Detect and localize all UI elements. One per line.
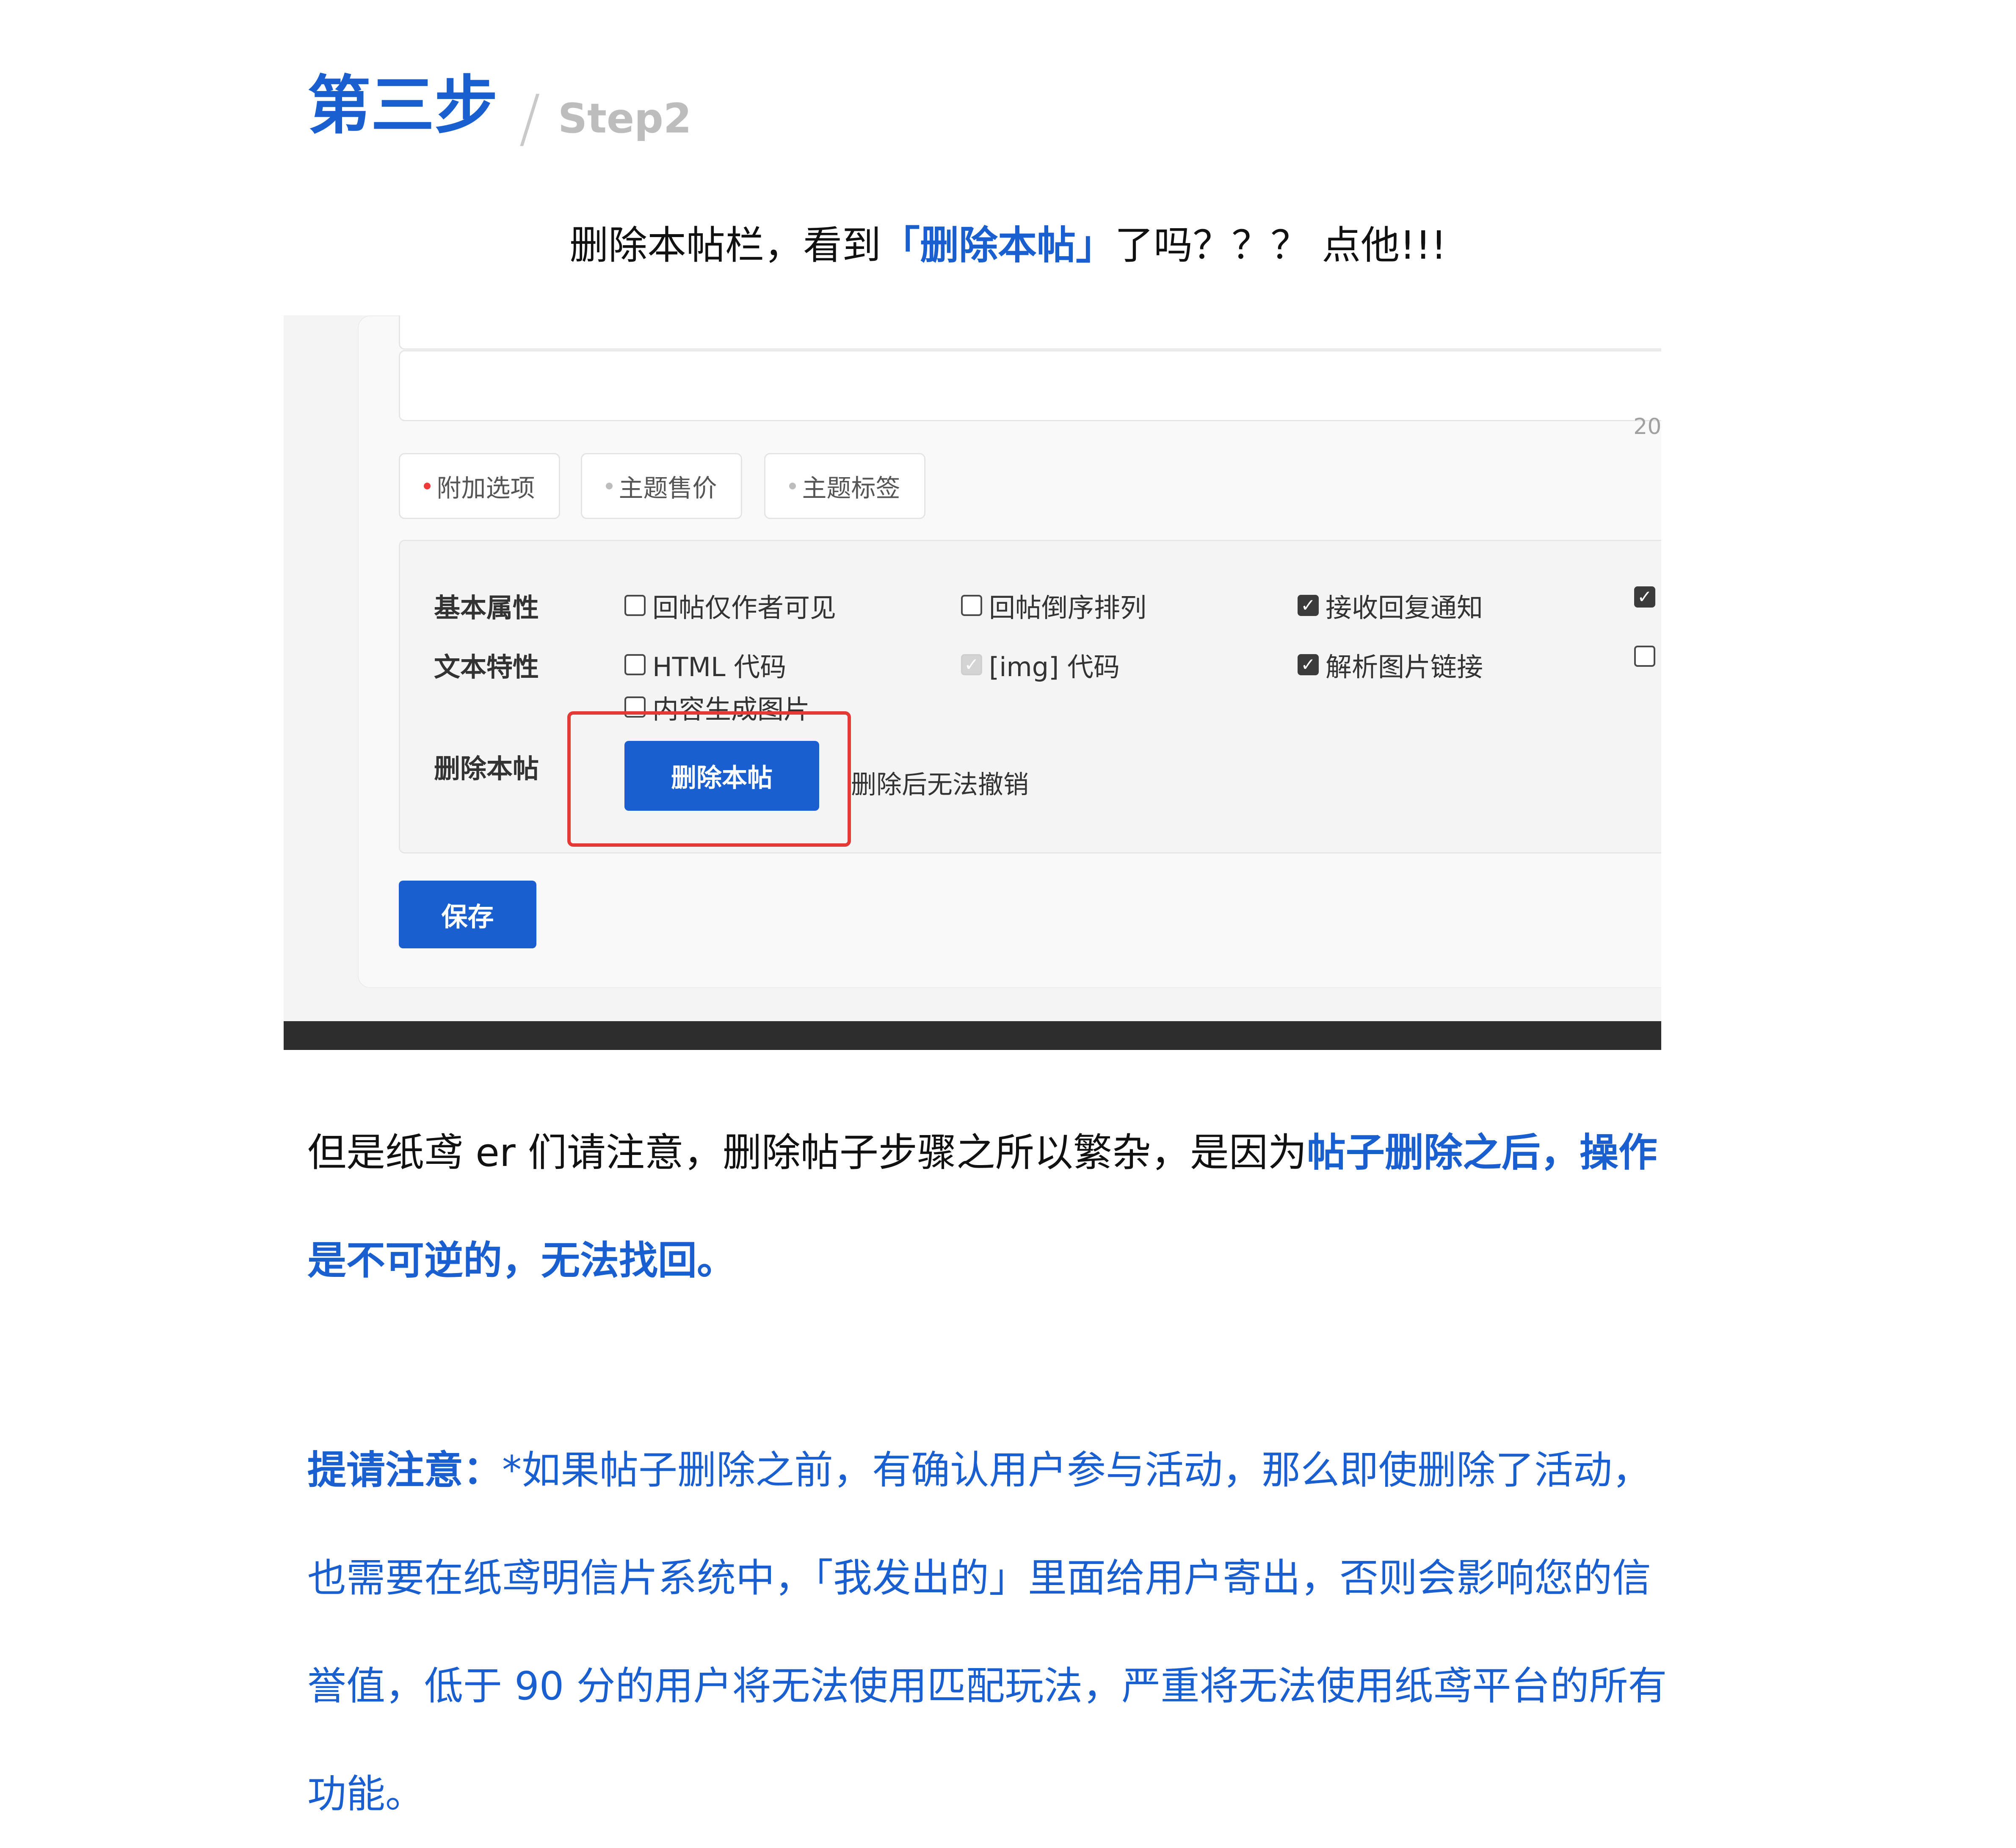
tab-label: 主题标签 <box>802 474 900 503</box>
row-label-basic: 基本属性 <box>434 592 539 623</box>
row-label-delete: 删除本帖 <box>434 753 539 784</box>
checkbox-more-checked[interactable]: ✓ <box>1634 586 1655 608</box>
intro-highlight: 「删除本帖」 <box>881 223 1115 268</box>
inactive-dot-icon <box>606 483 613 489</box>
row-label-text: 文本特性 <box>434 652 539 682</box>
tab-extra-options[interactable]: 附加选项 <box>399 453 560 519</box>
tab-label: 附加选项 <box>436 474 535 503</box>
intro-line: 删除本帖栏，看到「删除本帖」了吗？？？ 点他!!! <box>0 222 2016 269</box>
checkbox-checked-icon: ✓ <box>1298 654 1319 675</box>
tab-label: 主题售价 <box>619 474 717 503</box>
checkbox-label: HTML 代码 <box>652 652 787 682</box>
checkbox-img-code: ✓ [img] 代码 <box>961 646 1120 684</box>
inactive-dot-icon <box>789 483 796 489</box>
active-dot-icon <box>424 483 431 489</box>
checkbox-label: 解析图片链接 <box>1326 652 1483 682</box>
checkbox-label: 回帖倒序排列 <box>989 592 1147 623</box>
bottom-bar <box>284 1021 1661 1050</box>
intro-text: 删除本帖栏，看到 <box>569 223 881 268</box>
checkbox-label: [img] 代码 <box>989 652 1120 682</box>
checkbox-icon <box>1634 646 1655 667</box>
tab-topic-price[interactable]: 主题售价 <box>581 453 742 519</box>
editor-footer: 20 秒后 <box>399 350 1661 439</box>
checkbox-reverse-order[interactable]: 回帖倒序排列 <box>961 586 1146 624</box>
checkbox-html-code[interactable]: HTML 代码 <box>624 646 786 684</box>
checkbox-label: 接收回复通知 <box>1326 592 1483 623</box>
autosave-timer: 20 秒后 <box>1633 414 1661 439</box>
checkbox-author-only[interactable]: 回帖仅作者可见 <box>624 586 836 624</box>
warning-highlight-cont: 是不可逆的，无法找回。 <box>307 1238 736 1283</box>
checkbox-parse-image-links[interactable]: ✓ 解析图片链接 <box>1298 646 1483 684</box>
checkbox-more[interactable] <box>1634 646 1655 667</box>
checkbox-icon <box>624 595 646 616</box>
checkbox-icon <box>961 595 982 616</box>
tab-topic-tags[interactable]: 主题标签 <box>764 453 925 519</box>
checkbox-reply-notify[interactable]: ✓ 接收回复通知 <box>1298 586 1483 624</box>
warning-highlight: 帖子删除之后，操作 <box>1306 1130 1657 1175</box>
notice-paragraph: 提请注意：*如果帖子删除之前，有确认用户参与活动，那么即使删除了活动， 也需要在… <box>307 1416 1747 1848</box>
notice-line: 誉值，低于 90 分的用户将无法使用匹配玩法，严重将无法使用纸鸢平台的所有 <box>307 1663 1667 1709</box>
warning-text: 但是纸鸢 er 们请注意，删除帖子步骤之所以繁杂，是因为 <box>307 1130 1307 1175</box>
notice-line: *如果帖子删除之前，有确认用户参与活动，那么即使删除了活动， <box>502 1447 1651 1493</box>
notice-lead: 提请注意： <box>307 1447 503 1493</box>
highlight-frame <box>567 711 851 847</box>
notice-line: 也需要在纸鸢明信片系统中，「我发出的」里面给用户寄出，否则会影响您的信 <box>307 1555 1651 1601</box>
checkbox-checked-icon: ✓ <box>1298 595 1319 616</box>
delete-warning: 删除后无法撤销 <box>851 770 1029 800</box>
warning-paragraph: 但是纸鸢 er 们请注意，删除帖子步骤之所以繁杂，是因为帖子删除之后，操作 是不… <box>307 1099 1747 1315</box>
step-subtitle: Step2 <box>558 95 692 142</box>
checkbox-icon <box>624 654 646 675</box>
checkbox-label: 回帖仅作者可见 <box>652 592 837 623</box>
editor-area[interactable] <box>399 315 1661 350</box>
step-divider: / <box>519 82 541 155</box>
settings-screenshot: 20 秒后 附加选项 主题售价 主题标签 基本属性 文本特性 删除本帖 回帖仅作… <box>284 315 1661 1050</box>
notice-line: 功能。 <box>307 1771 425 1817</box>
checkbox-disabled-icon: ✓ <box>961 654 982 675</box>
intro-tail: 了吗？？？ 点他!!! <box>1115 223 1447 268</box>
step-title: 第三步 <box>307 69 498 143</box>
checkbox-checked-icon: ✓ <box>1634 586 1655 608</box>
save-button[interactable]: 保存 <box>399 881 536 948</box>
